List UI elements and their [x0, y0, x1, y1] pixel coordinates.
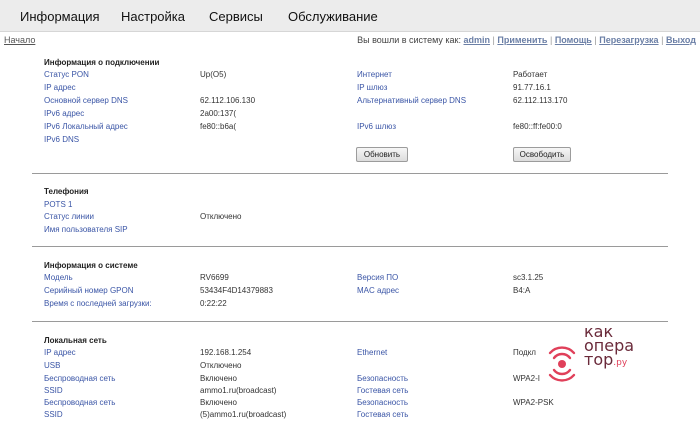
security-2-value: WPA2-PSK: [513, 398, 554, 407]
logged-in-prefix: Вы вошли в систему как:: [357, 35, 461, 45]
usb-value: Отключено: [200, 361, 242, 370]
help-link[interactable]: Помощь: [555, 35, 592, 45]
section-divider: [32, 246, 668, 247]
connection-title: Информация о подключении: [44, 58, 160, 67]
telephony-title: Телефония: [44, 187, 89, 196]
sub-bar: Начало Вы вошли в систему как: admin | П…: [0, 32, 700, 48]
ipv6-gateway-label: IPv6 шлюз: [357, 122, 396, 131]
mac-value: B4:A: [513, 286, 531, 295]
security-1-value: WPA2-I: [513, 374, 540, 383]
watermark-line-3-text: тор: [584, 350, 614, 369]
lan-title: Локальная сеть: [44, 336, 107, 345]
watermark-text: как опера тор.ру: [584, 324, 634, 370]
line-status-value: Отключено: [200, 212, 242, 221]
uptime-label: Время с последней загрузки:: [44, 299, 152, 308]
usb-label: USB: [44, 361, 61, 370]
wireless-2-value: Включено: [200, 398, 237, 407]
dns-alt-label: Альтернативный сервер DNS: [357, 96, 467, 105]
logout-link[interactable]: Выход: [666, 35, 696, 45]
sip-user-label: Имя пользователя SIP: [44, 225, 128, 234]
ssid-1-label: SSID: [44, 386, 63, 395]
watermark-line-3: тор.ру: [584, 350, 634, 370]
firmware-label: Версия ПО: [357, 273, 399, 282]
ethernet-label: Ethernet: [357, 348, 388, 357]
pots-label: POTS 1: [44, 200, 73, 209]
ipv6-dns-label: IPv6 DNS: [44, 135, 80, 144]
dns-alt-value: 62.112.113.170: [513, 96, 568, 105]
apply-link[interactable]: Применить: [497, 35, 547, 45]
pon-status-value: Up(O5): [200, 70, 227, 79]
renew-button[interactable]: Обновить: [356, 147, 408, 162]
separator: |: [549, 35, 553, 45]
dns-main-label: Основной сервер DNS: [44, 96, 128, 105]
ipv6-local-label: IPv6 Локальный адрес: [44, 122, 128, 131]
security-1-label: Безопасность: [357, 374, 409, 383]
guest-network-2-label: Гостевая сеть: [357, 410, 409, 419]
ethernet-value: Подкл: [513, 348, 536, 357]
ipv6-local-value: fe80::b6a(: [200, 122, 237, 131]
release-button[interactable]: Освободить: [513, 147, 571, 162]
ipv6-address-label: IPv6 адрес: [44, 109, 85, 118]
login-status: Вы вошли в систему как: admin | Применит…: [357, 35, 696, 45]
ssid-2-value: (5)ammo1.ru(broadcast): [200, 410, 287, 419]
section-divider: [32, 321, 668, 322]
user-link[interactable]: admin: [463, 35, 490, 45]
wireless-1-label: Беспроводная сеть: [44, 374, 116, 383]
gateway-value: 91.77.16.1: [513, 83, 551, 92]
tab-maintenance[interactable]: Обслуживание: [288, 9, 378, 24]
ipv6-address-value: 2a00:137(: [200, 109, 237, 118]
internet-label: Интернет: [357, 70, 392, 79]
watermark-suffix: .ру: [613, 358, 628, 368]
model-label: Модель: [44, 273, 73, 282]
ssid-2-label: SSID: [44, 410, 63, 419]
model-value: RV6699: [200, 273, 229, 282]
tab-services[interactable]: Сервисы: [209, 9, 263, 24]
guest-network-1-label: Гостевая сеть: [357, 386, 409, 395]
reboot-link[interactable]: Перезагрузка: [599, 35, 658, 45]
separator: |: [492, 35, 495, 45]
lan-ip-value: 192.168.1.254: [200, 348, 252, 357]
mac-label: MAC адрес: [357, 286, 400, 295]
firmware-value: sc3.1.25: [513, 273, 544, 282]
pon-status-label: Статус PON: [44, 70, 89, 79]
line-status-label: Статус линии: [44, 212, 95, 221]
ipv6-gateway-value: fe80::ff:fe00:0: [513, 122, 562, 131]
security-2-label: Безопасность: [357, 398, 409, 407]
wireless-2-label: Беспроводная сеть: [44, 398, 116, 407]
ssid-1-value: ammo1.ru(broadcast): [200, 386, 277, 395]
separator: |: [661, 35, 664, 45]
serial-value: 53434F4D14379883: [200, 286, 273, 295]
system-title: Информация о системе: [44, 261, 138, 270]
serial-label: Серийный номер GPON: [44, 286, 134, 295]
uptime-value: 0:22:22: [200, 299, 227, 308]
tab-information[interactable]: Информация: [20, 9, 100, 24]
tab-settings[interactable]: Настройка: [121, 9, 185, 24]
separator: |: [594, 35, 597, 45]
dns-main-value: 62.112.106.130: [200, 96, 256, 105]
home-link[interactable]: Начало: [4, 35, 35, 45]
gateway-label: IP шлюз: [357, 83, 388, 92]
section-divider: [32, 173, 668, 174]
internet-value: Работает: [513, 70, 548, 79]
top-navigation: Информация Настройка Сервисы Обслуживани…: [0, 0, 700, 32]
wireless-1-value: Включено: [200, 374, 237, 383]
ip-address-label: IP адрес: [44, 83, 76, 92]
lan-ip-label: IP адрес: [44, 348, 76, 357]
